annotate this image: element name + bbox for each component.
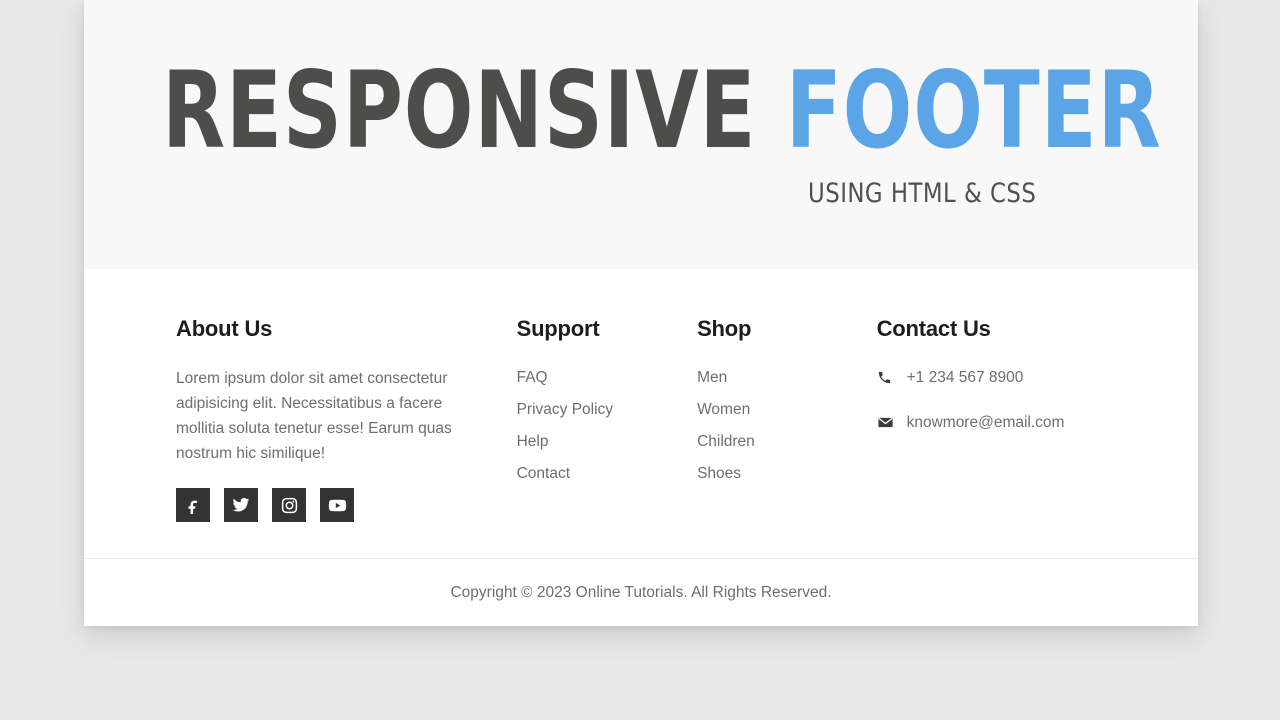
support-link-help[interactable]: Help [517, 430, 549, 453]
support-link-list: FAQ Privacy Policy Help Contact [517, 366, 697, 485]
footer-column-shop: Shop Men Women Children Shoes [697, 318, 877, 522]
page-subtitle: USING HTML & CSS [808, 178, 1037, 209]
page-title-dark: RESPONSIVE [161, 49, 757, 172]
social-link-facebook[interactable] [176, 488, 210, 522]
footer-columns-area: About Us Lorem ipsum dolor sit amet cons… [84, 269, 1198, 558]
shop-link-men[interactable]: Men [697, 366, 727, 389]
about-heading: About Us [176, 316, 273, 341]
shop-link-list: Men Women Children Shoes [697, 366, 877, 485]
list-item: Women [697, 398, 877, 421]
shop-link-shoes[interactable]: Shoes [697, 462, 741, 485]
twitter-icon [232, 496, 250, 514]
support-link-privacy-policy[interactable]: Privacy Policy [517, 398, 613, 421]
phone-icon [877, 370, 899, 385]
footer-page-card: RESPONSIVE FOOTER USING HTML & CSS About… [84, 0, 1198, 626]
list-item: Children [697, 430, 877, 453]
screen: RESPONSIVE FOOTER USING HTML & CSS About… [0, 0, 1280, 720]
youtube-icon [328, 496, 347, 515]
social-link-twitter[interactable] [224, 488, 258, 522]
copyright-text: Copyright © 2023 Online Tutorials. All R… [450, 583, 832, 601]
hero-inner: RESPONSIVE FOOTER USING HTML & CSS [84, 58, 1198, 210]
support-link-faq[interactable]: FAQ [517, 366, 548, 389]
contact-phone-row: +1 234 567 8900 [877, 366, 1158, 389]
support-link-contact[interactable]: Contact [517, 462, 570, 485]
social-links [176, 488, 517, 522]
shop-link-women[interactable]: Women [697, 398, 750, 421]
support-heading: Support [516, 316, 600, 341]
social-link-youtube[interactable] [320, 488, 354, 522]
list-item: FAQ [517, 366, 697, 389]
shop-heading: Shop [697, 316, 752, 341]
footer-column-support: Support FAQ Privacy Policy Help Contact [517, 318, 697, 522]
list-item: Privacy Policy [517, 398, 697, 421]
footer-columns: About Us Lorem ipsum dolor sit amet cons… [176, 318, 1158, 522]
social-link-instagram[interactable] [272, 488, 306, 522]
contact-email-row: knowmore@email.com [877, 411, 1158, 434]
list-item: Help [517, 430, 697, 453]
page-title: RESPONSIVE FOOTER [162, 58, 1161, 164]
contact-heading: Contact Us [876, 316, 991, 341]
list-item: Men [697, 366, 877, 389]
list-item: Contact [517, 462, 697, 485]
about-description: Lorem ipsum dolor sit amet consectetur a… [176, 370, 452, 462]
contact-phone-value[interactable]: +1 234 567 8900 [907, 366, 1024, 389]
footer-bottom-bar: Copyright © 2023 Online Tutorials. All R… [84, 559, 1198, 626]
footer-column-contact: Contact Us +1 234 567 8900 knowmore@emai… [877, 318, 1158, 522]
shop-link-children[interactable]: Children [697, 430, 755, 453]
footer-column-about: About Us Lorem ipsum dolor sit amet cons… [176, 318, 517, 522]
facebook-icon [185, 497, 202, 514]
contact-email-value[interactable]: knowmore@email.com [907, 411, 1065, 434]
page-title-accent: FOOTER [785, 49, 1162, 172]
list-item: Shoes [697, 462, 877, 485]
hero-banner: RESPONSIVE FOOTER USING HTML & CSS [84, 0, 1198, 269]
envelope-icon [877, 414, 899, 431]
instagram-icon [281, 497, 298, 514]
